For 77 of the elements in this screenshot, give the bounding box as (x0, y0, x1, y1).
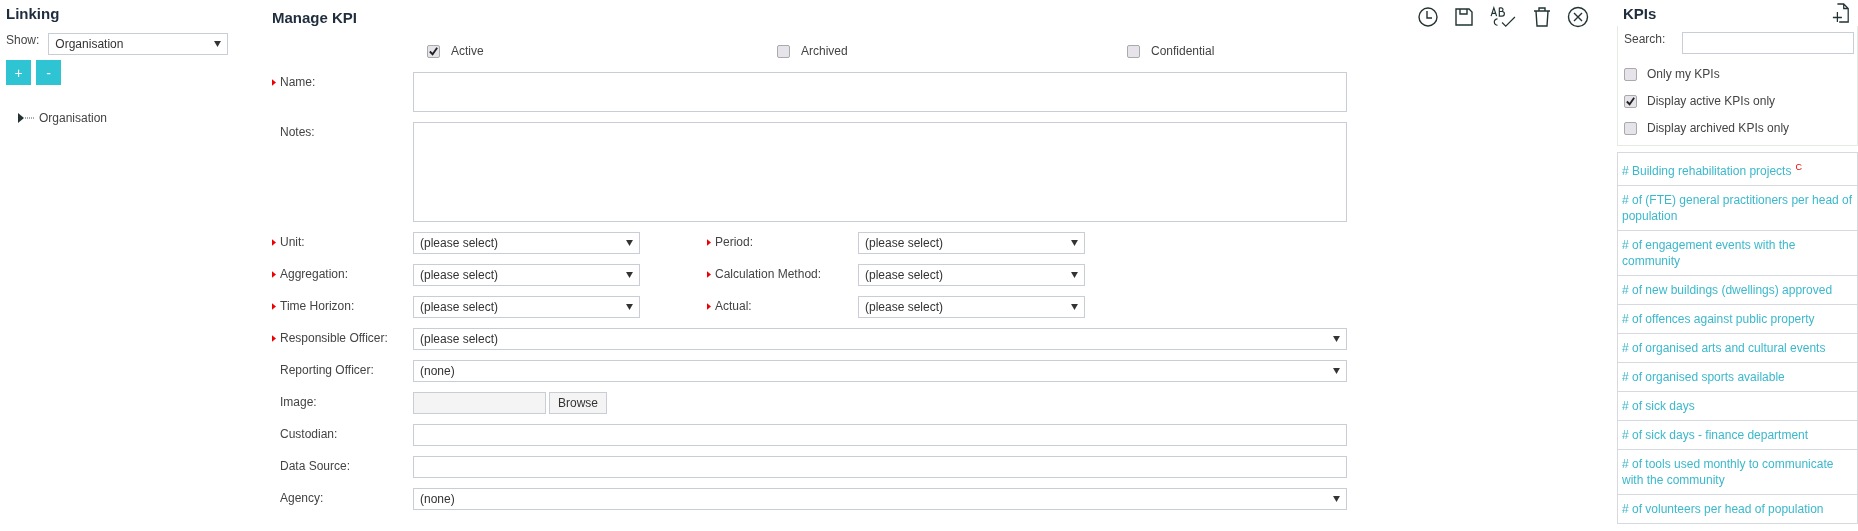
kpi-list-item[interactable]: # Building rehabilitation projects $^{C}$ (1617, 152, 1858, 186)
kpi-list-item[interactable]: # of sick days - finance department (1617, 421, 1858, 450)
file-field[interactable] (413, 392, 546, 414)
kpi-list-item[interactable]: # of engagement events with the community (1617, 231, 1858, 276)
spellcheck-icon[interactable] (1489, 6, 1517, 28)
kpi-list-item[interactable]: # of tools used monthly to communicate with the community (1617, 450, 1858, 495)
show-label: Show: (6, 33, 40, 47)
trash-icon[interactable] (1531, 6, 1553, 28)
select-field[interactable]: (please select) (858, 296, 1085, 318)
kpi-list-item[interactable]: # of organised arts and cultural events (1617, 334, 1858, 363)
text-field[interactable] (413, 72, 1347, 112)
field-label: Period: (715, 235, 754, 249)
field-label: Responsible Officer: (280, 331, 388, 345)
search-label: Search: (1624, 32, 1666, 46)
caret-icon (1333, 336, 1340, 342)
panel-title: KPIs (1623, 4, 1657, 22)
checkbox[interactable] (1624, 94, 1637, 108)
checkbox-label: Archived (801, 44, 848, 58)
kpi-list-item[interactable]: # of (FTE) general practitioners per head of population (1617, 186, 1858, 231)
select-field[interactable]: (please select) (858, 264, 1085, 286)
field-label: Agency: (280, 491, 324, 505)
checkbox-label: Display active KPIs only (1647, 94, 1776, 108)
search-field[interactable] (1682, 32, 1854, 54)
checkbox[interactable] (1127, 44, 1140, 58)
select-field[interactable]: (please select) (413, 296, 640, 318)
checkbox[interactable] (427, 44, 440, 58)
checkbox[interactable] (777, 44, 790, 58)
browse-button[interactable]: Browse (549, 392, 607, 414)
field-label: Notes: (280, 125, 315, 139)
select-field[interactable]: (please select) (413, 232, 640, 254)
text-field[interactable] (413, 424, 1347, 446)
kpi-list-item[interactable]: # of sick days (1617, 392, 1858, 421)
field-label: Actual: (715, 299, 752, 313)
clock-icon[interactable] (1417, 6, 1439, 28)
tree-item[interactable]: Organisation (39, 111, 108, 125)
caret-icon (1071, 272, 1078, 278)
select-field[interactable]: (please select) (858, 232, 1085, 254)
caret-icon (1333, 496, 1340, 502)
field-label: Aggregation: (280, 267, 349, 281)
checkbox-label: Confidential (1151, 44, 1215, 58)
field-label: Calculation Method: (715, 267, 822, 281)
caret-icon (626, 272, 633, 278)
notes-field[interactable] (413, 122, 1347, 222)
select-field[interactable]: (none) (413, 488, 1347, 510)
caret-icon (626, 304, 633, 310)
kpi-list-item[interactable]: # of volunteers per head of population (1617, 495, 1858, 524)
select-field[interactable]: (please select) (413, 328, 1347, 350)
field-label: Custodian: (280, 427, 338, 441)
kpi-list-item[interactable]: # of new buildings (dwellings) approved (1617, 276, 1858, 305)
form-title: Manage KPI (272, 8, 358, 26)
checkbox-label: Display archived KPIs only (1647, 121, 1790, 135)
show-select[interactable]: Organisation (48, 33, 229, 55)
field-label: Time Horizon: (280, 299, 355, 313)
select-field[interactable]: (please select) (413, 264, 640, 286)
panel-title: Linking (6, 5, 61, 22)
caret-icon (1071, 240, 1078, 246)
caret-icon (214, 41, 222, 47)
save-icon[interactable] (1453, 6, 1475, 28)
close-icon[interactable] (1567, 6, 1589, 28)
kpi-list-item[interactable]: # of offences against public property (1617, 305, 1858, 334)
field-label: Reporting Officer: (280, 363, 374, 377)
expand-arrow-icon[interactable] (18, 113, 34, 123)
checkbox-label: Active (451, 44, 484, 58)
field-label: Name: (280, 75, 316, 89)
checkbox[interactable] (1624, 121, 1637, 135)
checkbox-label: Only my KPIs (1647, 67, 1720, 81)
select-field[interactable]: (none) (413, 360, 1347, 382)
field-label: Image: (280, 395, 317, 409)
caret-icon (626, 240, 633, 246)
field-label: Unit: (280, 235, 305, 249)
new-document-icon[interactable] (1832, 2, 1850, 24)
caret-icon (1071, 304, 1078, 310)
caret-icon (1333, 368, 1340, 374)
checkbox[interactable] (1624, 67, 1637, 81)
field-label: Data Source: (280, 459, 351, 473)
kpi-list-item[interactable]: # of organised sports available (1617, 363, 1858, 392)
text-field[interactable] (413, 456, 1347, 478)
